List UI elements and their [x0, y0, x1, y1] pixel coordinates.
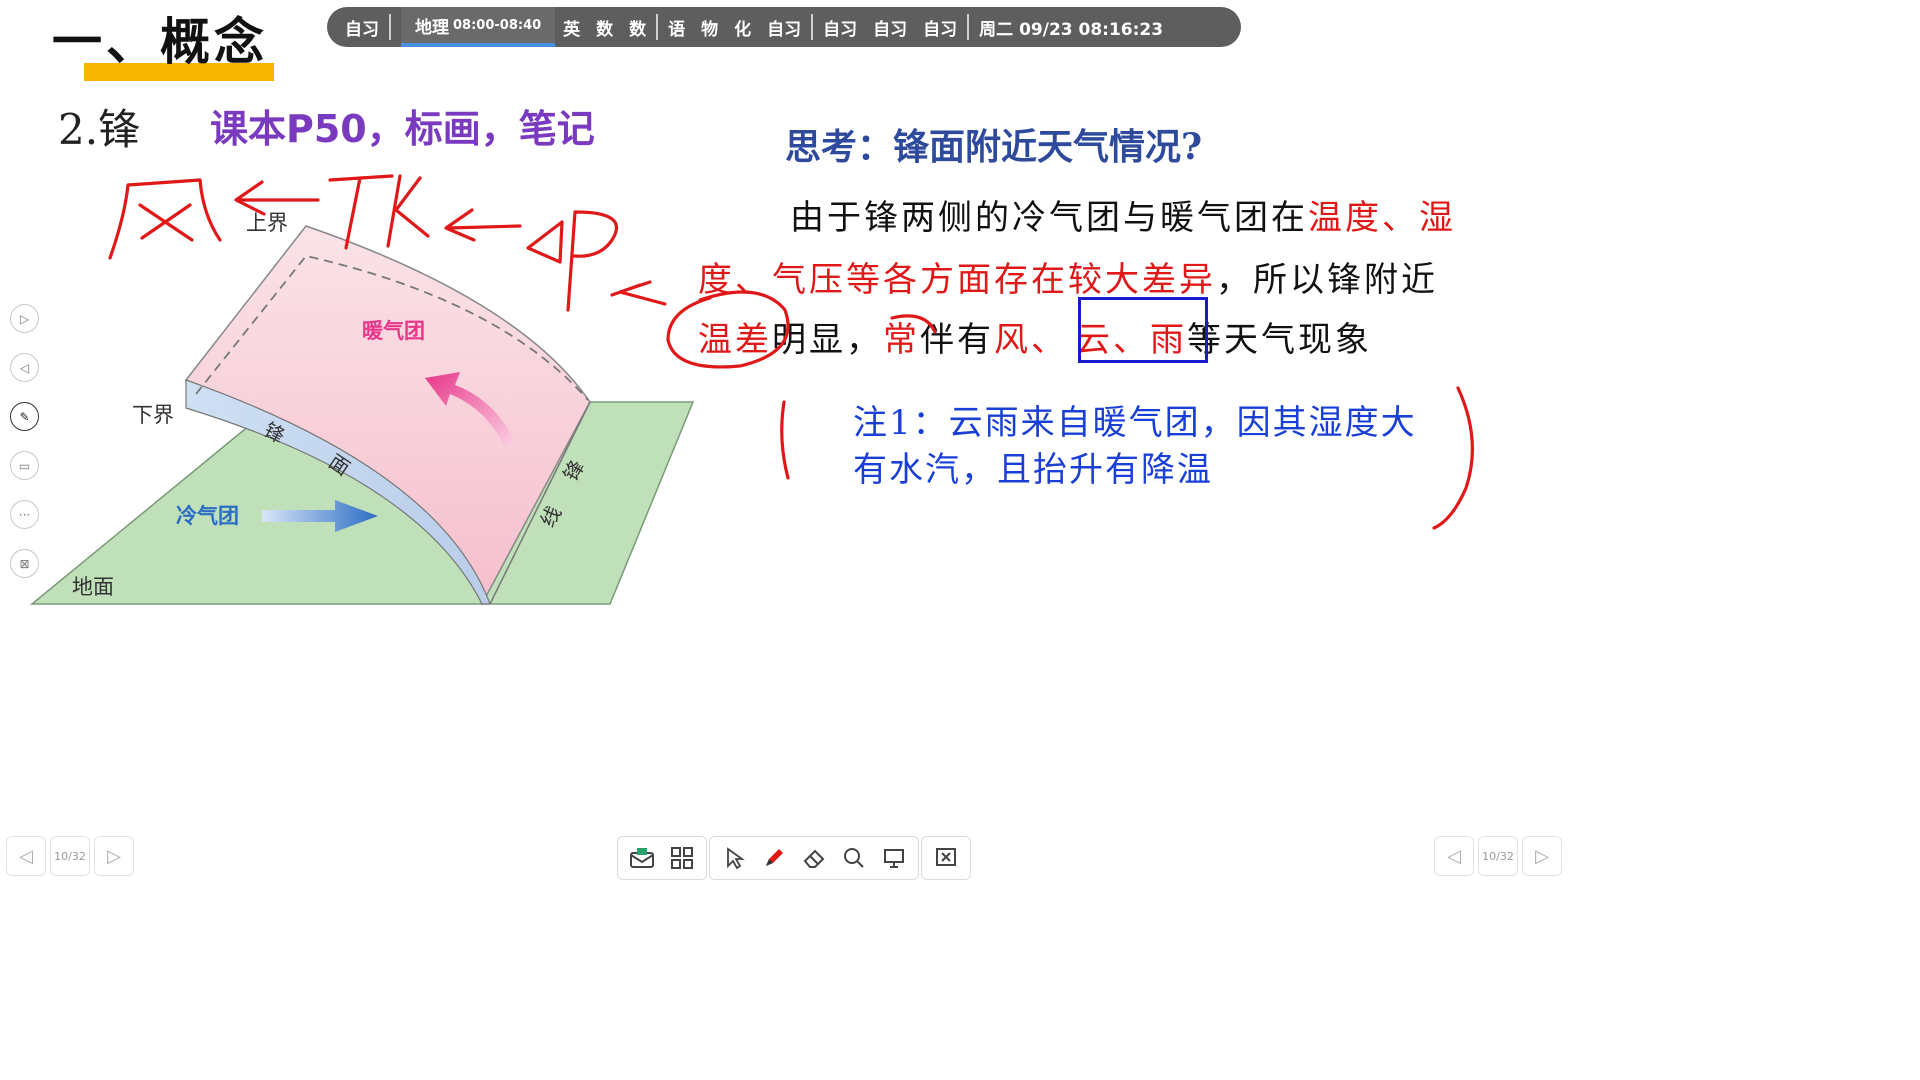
text-black: 等天气现象: [1187, 320, 1372, 360]
pen-settings-icon[interactable]: ✎: [10, 402, 39, 431]
prev-slide-button[interactable]: ◁: [1434, 836, 1474, 876]
note-block: 注1：云雨来自暖气团，因其湿度大 有水汽，且抬升有降温: [853, 400, 1417, 494]
text-black: 由于锋两侧的冷气团与暖气团在: [790, 198, 1308, 238]
next-slide-button[interactable]: ▷: [94, 836, 134, 876]
warm-air-label: 暖气团: [362, 319, 425, 343]
prev-slide-button[interactable]: ◁: [6, 836, 46, 876]
text-red: 度、气压等各方面存在较大差异: [698, 260, 1216, 300]
next-slide-button[interactable]: ▷: [1522, 836, 1562, 876]
upper-boundary-label: 上界: [246, 211, 288, 235]
next-page-icon[interactable]: ▷: [10, 304, 39, 333]
cold-air-label: 冷气团: [176, 504, 239, 528]
page-indicator: 10/32: [50, 836, 90, 876]
divider: [967, 14, 970, 40]
toolbar-group: [921, 836, 971, 880]
text-black: ，所以锋附近: [1216, 260, 1438, 300]
toolbar-group: [709, 836, 919, 880]
schedule-slot: 自习: [873, 19, 908, 40]
prev-page-icon[interactable]: ◁: [10, 353, 39, 382]
exit-screen-icon[interactable]: ⊠: [10, 549, 39, 578]
schedule-slot: 化: [734, 19, 752, 40]
schedule-slot: 自习: [823, 19, 858, 40]
text-red: 风、: [994, 320, 1068, 360]
select-pointer-icon[interactable]: [714, 838, 754, 878]
text-red: 温度、湿: [1308, 198, 1456, 238]
date-time: 周二 09/23 08:16:23: [979, 19, 1164, 40]
mail-icon[interactable]: [622, 838, 662, 878]
schedule-slot: 自习: [923, 19, 958, 40]
pager-right: ◁ 10/32 ▷: [1434, 836, 1562, 876]
explanation-line-3: 温差明显，常伴有风、 云、雨等天气现象: [698, 312, 1372, 361]
ground-label: 地面: [72, 575, 114, 599]
text-red: 温差: [698, 320, 772, 360]
explanation-line-2: 度、气压等各方面存在较大差异，所以锋附近: [698, 252, 1438, 301]
text-black: 明显，: [772, 320, 883, 360]
schedule-slot: 自习: [767, 19, 802, 40]
highlight-box: [1078, 297, 1208, 363]
apps-grid-icon[interactable]: [662, 838, 702, 878]
whiteboard-icon[interactable]: [874, 838, 914, 878]
note-line: 有水汽，且抬升有降温: [853, 450, 1213, 490]
magnify-icon[interactable]: [834, 838, 874, 878]
front-diagram: 上界 下界 暖气团 冷气团 锋 面 锋 线 地面: [29, 211, 695, 606]
screen-icon[interactable]: ▭: [10, 451, 39, 480]
lower-boundary-label: 下界: [132, 403, 174, 427]
handwriting-bracket: [1432, 386, 1474, 530]
eraser-icon[interactable]: [794, 838, 834, 878]
pager-left: ◁ 10/32 ▷: [6, 836, 134, 876]
text-red: 常: [883, 320, 920, 360]
page-indicator: 10/32: [1478, 836, 1518, 876]
handwriting-bracket: [780, 400, 790, 480]
toolbar-group: [617, 836, 707, 880]
exit-icon[interactable]: [926, 838, 966, 878]
pen-icon[interactable]: [754, 838, 794, 878]
explanation-line-1: 由于锋两侧的冷气团与暖气团在温度、湿: [790, 190, 1456, 239]
divider: [811, 14, 814, 40]
text-black: 伴有: [920, 320, 994, 360]
question-heading: 思考：锋面附近天气情况?: [785, 126, 1203, 168]
bottom-toolbar: [617, 836, 973, 880]
more-icon[interactable]: ···: [10, 500, 39, 529]
note-line: 注1：云雨来自暖气团，因其湿度大: [853, 403, 1417, 443]
